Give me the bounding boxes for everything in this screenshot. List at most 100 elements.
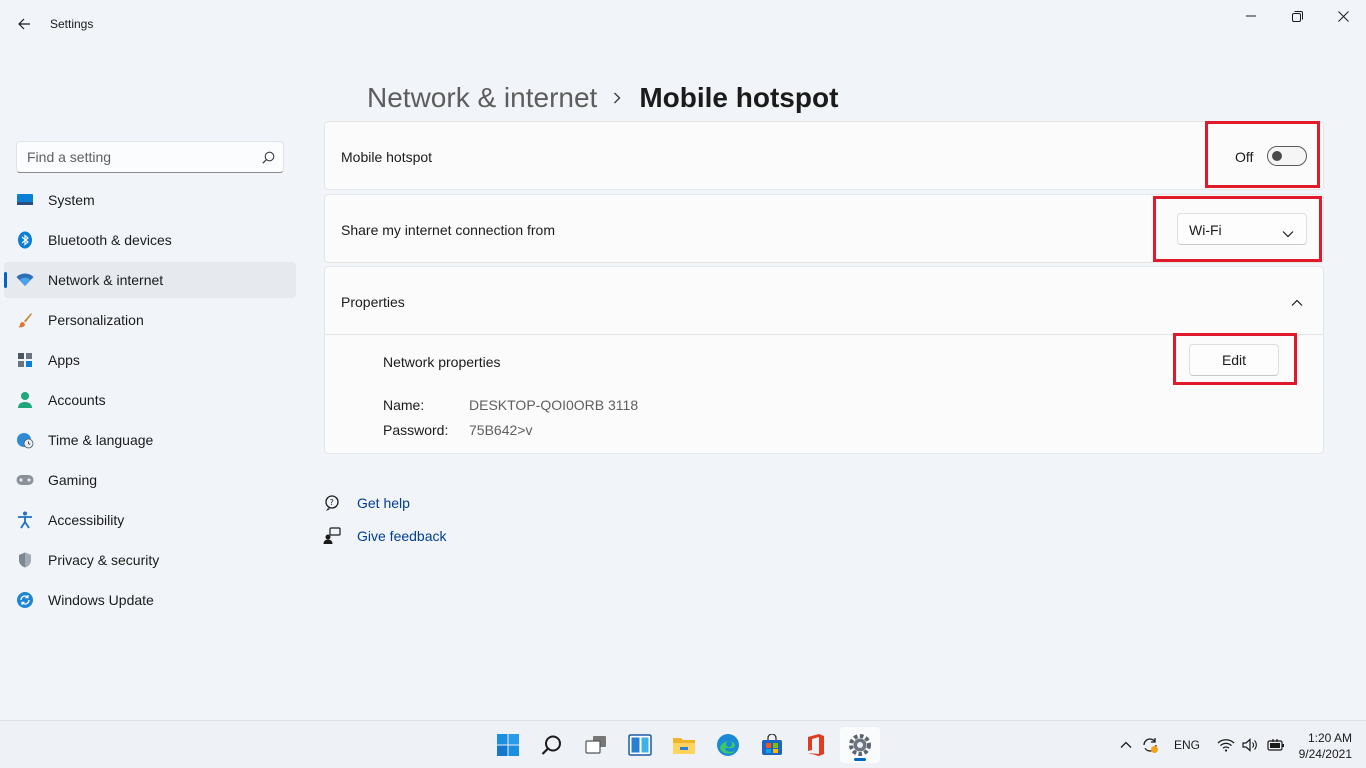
search-input[interactable] (27, 149, 257, 165)
sidebar-item-label: Gaming (48, 472, 98, 488)
toggle-knob (1272, 151, 1282, 161)
settings-taskbar-button[interactable] (840, 727, 880, 763)
restore-button[interactable] (1274, 4, 1320, 28)
mobile-hotspot-label: Mobile hotspot (341, 149, 433, 165)
widgets-icon (628, 734, 652, 756)
sidebar-item-label: Bluetooth & devices (48, 232, 172, 248)
edge-button[interactable] (708, 727, 748, 763)
system-tray: ENG (1116, 721, 1288, 768)
page-title: Mobile hotspot (639, 82, 839, 113)
volume-icon[interactable] (1240, 738, 1260, 752)
close-button[interactable] (1320, 4, 1366, 28)
mobile-hotspot-card: Mobile hotspot Off (324, 121, 1324, 190)
brush-icon (15, 310, 35, 330)
start-button[interactable] (488, 727, 528, 763)
update-icon (15, 590, 35, 610)
person-icon (15, 390, 35, 410)
chevron-up-icon[interactable] (1291, 294, 1303, 312)
help-icon: ? (322, 493, 342, 513)
file-explorer-button[interactable] (664, 727, 704, 763)
taskbar: ENG 1:20 AM 9/24/2021 (0, 720, 1366, 768)
share-connection-label: Share my internet connection from (341, 222, 555, 238)
sidebar-item-accounts[interactable]: Accounts (4, 382, 296, 418)
name-key: Name: (383, 397, 425, 413)
windows-logo-icon (497, 734, 519, 756)
sidebar-item-network[interactable]: Network & internet (4, 262, 296, 298)
share-connection-dropdown[interactable]: Wi-Fi (1177, 213, 1307, 245)
search-box[interactable] (16, 141, 284, 173)
sidebar-item-system[interactable]: System (4, 182, 296, 218)
properties-header: Properties (341, 294, 405, 310)
wifi-icon (15, 270, 35, 290)
office-button[interactable] (796, 727, 836, 763)
give-feedback-link[interactable]: Give feedback (357, 528, 447, 544)
bluetooth-icon (15, 230, 35, 250)
get-help-link-row[interactable]: ? Get help (322, 486, 447, 519)
feedback-icon (322, 526, 342, 546)
chevron-right-icon (613, 92, 621, 104)
search-icon (541, 735, 561, 755)
store-button[interactable] (752, 727, 792, 763)
folder-icon (673, 738, 695, 754)
sidebar-item-label: Personalization (48, 312, 144, 328)
sidebar-item-apps[interactable]: Apps (4, 342, 296, 378)
help-links: ? Get help Give feedback (322, 486, 447, 552)
task-view-icon (585, 736, 606, 754)
svg-text:?: ? (330, 498, 334, 507)
clock[interactable]: 1:20 AM 9/24/2021 (1290, 730, 1352, 762)
sidebar-item-windows-update[interactable]: Windows Update (4, 582, 296, 618)
clock-time: 1:20 AM (1307, 731, 1352, 745)
sidebar-item-label: Windows Update (48, 592, 154, 608)
wifi-icon[interactable] (1216, 738, 1236, 752)
sidebar-item-time-language[interactable]: Time & language (4, 422, 296, 458)
give-feedback-link-row[interactable]: Give feedback (322, 519, 447, 552)
sidebar-item-label: Apps (48, 352, 80, 368)
sidebar-nav: System Bluetooth & devices Network & int… (4, 182, 296, 622)
sync-icon[interactable] (1136, 736, 1164, 754)
mobile-hotspot-toggle[interactable] (1267, 146, 1307, 166)
language-indicator[interactable]: ENG (1174, 738, 1200, 752)
store-icon (762, 734, 782, 755)
mobile-hotspot-toggle-area: Off (1207, 122, 1319, 189)
sidebar-item-personalization[interactable]: Personalization (4, 302, 296, 338)
active-indicator (854, 758, 866, 761)
back-arrow-icon (18, 18, 30, 30)
chevron-up-icon[interactable] (1116, 741, 1136, 749)
battery-icon[interactable] (1264, 738, 1288, 752)
network-properties-label: Network properties (383, 354, 501, 370)
minimize-button[interactable] (1228, 4, 1274, 28)
breadcrumb: Network & internet Mobile hotspot (367, 78, 838, 118)
gamepad-icon (15, 470, 35, 490)
minimize-icon (1246, 15, 1256, 17)
name-value: DESKTOP-QOI0ORB 3118 (469, 397, 639, 413)
office-icon (808, 734, 824, 756)
toggle-state-text: Off (1235, 149, 1254, 165)
gear-icon (849, 734, 871, 756)
back-button[interactable] (10, 12, 38, 36)
apps-icon (15, 350, 35, 370)
share-connection-card: Share my internet connection from Wi-Fi (324, 194, 1324, 263)
password-key: Password: (383, 422, 449, 438)
sidebar-item-label: Time & language (48, 432, 154, 448)
get-help-link[interactable]: Get help (357, 495, 410, 511)
clock-date: 9/24/2021 (1298, 747, 1352, 761)
sidebar-item-label: Accessibility (48, 512, 125, 528)
sidebar-item-bluetooth[interactable]: Bluetooth & devices (4, 222, 296, 258)
sidebar-item-label: Privacy & security (48, 552, 160, 568)
system-icon (15, 190, 35, 210)
sidebar-item-accessibility[interactable]: Accessibility (4, 502, 296, 538)
close-icon (1337, 10, 1349, 22)
accessibility-icon (15, 510, 35, 530)
sidebar-item-gaming[interactable]: Gaming (4, 462, 296, 498)
app-title: Settings (50, 17, 94, 31)
sidebar-item-privacy[interactable]: Privacy & security (4, 542, 296, 578)
taskbar-search-button[interactable] (532, 727, 572, 763)
widgets-button[interactable] (620, 727, 660, 763)
task-view-button[interactable] (576, 727, 616, 763)
breadcrumb-parent[interactable]: Network & internet (367, 82, 597, 114)
search-icon[interactable] (262, 151, 275, 169)
divider (325, 334, 1323, 335)
sidebar-item-label: Accounts (48, 392, 106, 408)
sidebar-item-label: Network & internet (48, 272, 164, 288)
edit-button[interactable]: Edit (1189, 344, 1279, 376)
